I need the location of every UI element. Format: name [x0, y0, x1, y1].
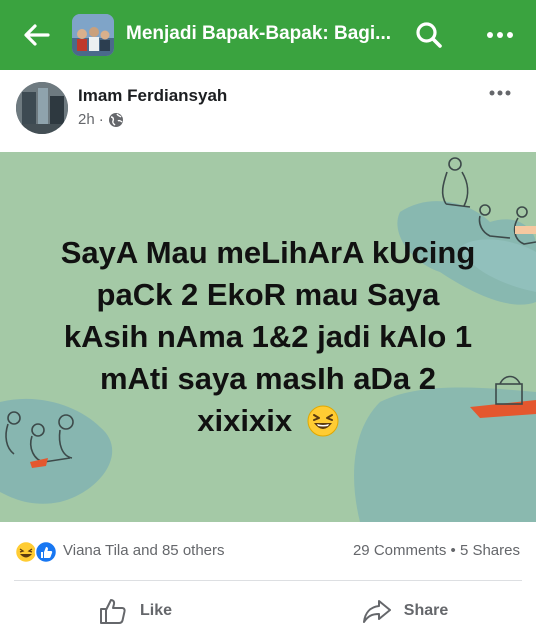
group-cover-thumbnail[interactable] [72, 14, 114, 56]
group-top-bar: Menjadi Bapak-Bapak: Bagi... [0, 0, 536, 70]
reaction-icons[interactable] [14, 540, 60, 564]
post-actions: Like Share [0, 581, 536, 640]
share-arrow-icon [362, 599, 391, 623]
post-options-icon[interactable] [488, 88, 512, 98]
post-text-line: mAti saya masIh aDa 2 [99, 361, 436, 396]
back-arrow-icon[interactable] [22, 22, 50, 48]
post-text-line: paCk 2 EkoR mau Saya [96, 277, 440, 312]
comments-count[interactable]: 29 Comments [353, 542, 446, 559]
post-text-line: SayA Mau meLihArA kUcing [60, 235, 476, 270]
reactions-summary[interactable]: Viana Tila and 85 others [63, 542, 225, 559]
engagement-counts: 29 Comments • 5 Shares [353, 542, 520, 559]
like-label: Like [139, 601, 172, 619]
counts-separator: • [450, 542, 456, 559]
post-text-line: kAsih nAma 1&2 jadi kAlo 1 [63, 319, 473, 354]
post-header: Imam Ferdiansyah 2h · [0, 70, 536, 152]
shares-count[interactable]: 5 Shares [460, 542, 520, 559]
post-meta: 2h · [78, 111, 124, 128]
post-text: SayA Mau meLihArA kUcing paCk 2 EkoR mau… [20, 232, 516, 442]
post-time[interactable]: 2h [78, 111, 95, 128]
post-text-line: xixixix [197, 403, 293, 438]
search-icon[interactable] [415, 21, 443, 49]
meta-dot: · [98, 111, 104, 128]
group-title[interactable]: Menjadi Bapak-Bapak: Bagi... [126, 23, 391, 45]
reaction-stats: Viana Tila and 85 others 29 Comments • 5… [0, 522, 536, 580]
post-text-last-line: xixixix [20, 400, 516, 442]
laughing-emoji-icon [307, 405, 339, 437]
thumbs-up-icon [99, 598, 126, 624]
author-name[interactable]: Imam Ferdiansyah [78, 86, 227, 106]
share-button[interactable]: Share [330, 581, 480, 640]
post-background-card: SayA Mau meLihArA kUcing paCk 2 EkoR mau… [0, 152, 536, 522]
avatar[interactable] [16, 82, 68, 134]
globe-icon [108, 112, 123, 127]
share-label: Share [403, 601, 449, 619]
like-button[interactable]: Like [60, 581, 210, 640]
more-horizontal-icon[interactable] [485, 27, 515, 43]
